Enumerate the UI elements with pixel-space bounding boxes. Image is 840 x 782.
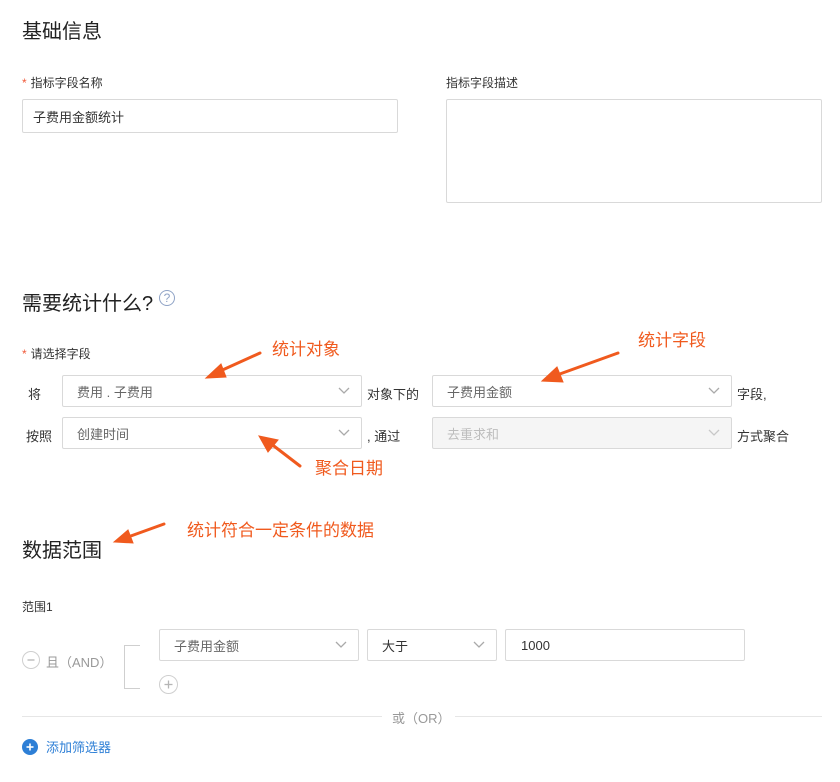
arrow-field-line (555, 351, 620, 377)
condition-field-value: 子费用金额 (174, 638, 240, 654)
add-filter-button[interactable]: 添加筛选器 (22, 737, 111, 756)
and-label: 且（AND） (46, 655, 113, 670)
plus-circle-icon[interactable] (159, 675, 178, 694)
or-divider-left (22, 716, 382, 717)
arrow-object-line (216, 351, 262, 374)
condition-operator-select[interactable]: 大于 (367, 629, 497, 661)
data-range-title: 数据范围 (22, 540, 102, 562)
condition-value: 1000 (521, 637, 550, 653)
range-label: 范围1 (22, 600, 53, 614)
add-filter-label: 添加筛选器 (46, 740, 112, 755)
arrow-date-head (258, 435, 279, 453)
arrow-field-head (540, 366, 564, 383)
or-divider-right (455, 716, 822, 717)
or-label: 或（OR） (392, 711, 451, 726)
arrow-range-line (126, 522, 166, 539)
condition-value-input[interactable]: 1000 (505, 629, 745, 661)
plus-circle-filled-icon (22, 738, 38, 755)
condition-operator-value: 大于 (382, 638, 409, 654)
minus-circle-icon[interactable] (22, 651, 40, 669)
condition-field-select[interactable]: 子费用金额 (159, 629, 359, 661)
chevron-down-icon (472, 637, 486, 651)
arrow-object-head (204, 363, 227, 379)
chevron-down-icon (334, 637, 348, 651)
arrow-range-head (112, 529, 134, 544)
and-bracket (124, 645, 140, 689)
arrow-date-line (268, 441, 302, 468)
